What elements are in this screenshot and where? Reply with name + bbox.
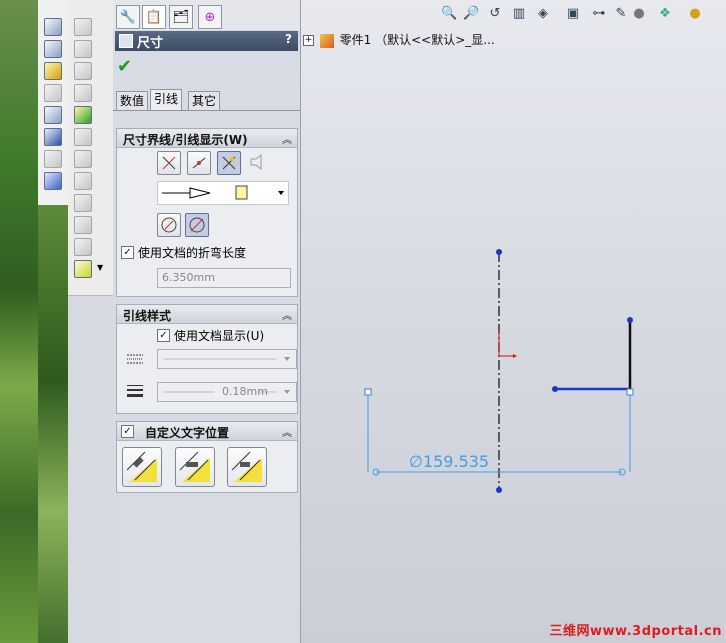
origin-arrow-icon bbox=[513, 354, 517, 358]
arrow-style-select[interactable] bbox=[157, 181, 289, 205]
text-position-broken-leader-button[interactable] bbox=[175, 447, 215, 487]
desktop-background-lower bbox=[38, 205, 68, 643]
sketch-canvas bbox=[364, 249, 634, 493]
line-weight-icon bbox=[127, 384, 143, 398]
custom-text-position-section: ✓ 自定义文字位置 ︽ bbox=[116, 421, 298, 493]
insert-block-icon[interactable] bbox=[74, 106, 92, 124]
arrows-outside-icon bbox=[162, 156, 176, 170]
arrows-outside-button[interactable] bbox=[157, 151, 181, 175]
section-header[interactable]: 尺寸界线/引线显示(W) ︽ bbox=[117, 129, 297, 148]
shape-icon[interactable] bbox=[74, 238, 92, 256]
sketch-point[interactable] bbox=[627, 317, 633, 323]
line-style-preview bbox=[164, 357, 290, 361]
text-position-solid-leader-button[interactable] bbox=[122, 447, 162, 487]
line-style-select[interactable] bbox=[157, 349, 297, 369]
note-icon[interactable] bbox=[44, 40, 62, 58]
broken-leader-text-icon bbox=[179, 451, 210, 482]
dropdown-arrow-icon[interactable]: ▼ bbox=[97, 263, 103, 272]
chamfer-icon[interactable] bbox=[74, 128, 92, 146]
magic-wand-icon[interactable] bbox=[74, 260, 92, 278]
diameter-leader-button[interactable] bbox=[185, 213, 209, 237]
baseline-icon[interactable] bbox=[74, 172, 92, 190]
tab-value[interactable]: 数值 bbox=[116, 91, 149, 111]
hole-callout-icon[interactable] bbox=[44, 150, 62, 168]
arrow-style-preview bbox=[162, 185, 284, 200]
graphics-area[interactable]: 🔍 🔎 ↺ ▥ ◈ ▣ ⊶ ✎ ● ❖ ● + 零件1 （默认<<默认>_显..… bbox=[301, 0, 726, 643]
collapse-chevron-icon[interactable]: ︽ bbox=[282, 307, 292, 322]
solid-leader-text-icon bbox=[126, 451, 157, 482]
use-doc-display-label: 使用文档显示(U) bbox=[174, 329, 265, 343]
radial-leader-button[interactable] bbox=[157, 213, 181, 237]
line-style-icon bbox=[127, 353, 143, 365]
balloon-icon[interactable] bbox=[44, 62, 62, 80]
sketch-point[interactable] bbox=[552, 386, 558, 392]
collapse-chevron-icon[interactable]: ︽ bbox=[282, 424, 292, 439]
pm-title: 尺寸 bbox=[137, 36, 164, 51]
feature-toolbar: ▼ bbox=[68, 0, 114, 296]
tab-leaders[interactable]: 引线 bbox=[150, 89, 183, 111]
circle-diameter-icon bbox=[189, 217, 205, 233]
desktop-background bbox=[0, 0, 38, 643]
speaker-style-icon[interactable] bbox=[247, 151, 269, 173]
line-weight-select[interactable]: 0.18mm bbox=[157, 382, 297, 402]
bend-length-input[interactable]: 6.350mm bbox=[157, 268, 291, 288]
text-position-horizontal-button[interactable] bbox=[227, 447, 267, 487]
arrows-inside-icon bbox=[192, 157, 206, 169]
arrows-inside-button[interactable] bbox=[187, 151, 211, 175]
custom-text-position-checkbox[interactable]: ✓ bbox=[121, 425, 134, 438]
property-manager-tab[interactable]: 📋 bbox=[142, 5, 166, 29]
section-header[interactable]: 引线样式 ︽ bbox=[117, 305, 297, 324]
ok-check-icon[interactable]: ✔ bbox=[117, 56, 132, 77]
surface-finish-icon[interactable] bbox=[44, 84, 62, 102]
link-icon[interactable] bbox=[44, 172, 62, 190]
section-title: 尺寸界线/引线显示(W) bbox=[123, 133, 248, 147]
collapse-chevron-icon[interactable]: ︽ bbox=[282, 131, 292, 146]
move-icon[interactable] bbox=[74, 84, 92, 102]
sketch-toolbar bbox=[38, 0, 69, 205]
manager-tabs: 🔧 📋 🗂 ⊕ bbox=[113, 0, 300, 30]
dimension-icon bbox=[119, 34, 133, 48]
tab-other[interactable]: 其它 bbox=[188, 91, 221, 111]
table-icon[interactable] bbox=[74, 194, 92, 212]
section-header[interactable]: ✓ 自定义文字位置 ︽ bbox=[117, 422, 297, 441]
section-title: 自定义文字位置 bbox=[145, 426, 230, 440]
camera-icon[interactable] bbox=[74, 216, 92, 234]
smart-arrows-button[interactable] bbox=[217, 151, 241, 175]
pm-header: 尺寸 ? bbox=[115, 31, 298, 51]
toolbar-gap bbox=[68, 296, 114, 643]
dimension-value-text[interactable]: ∅159.535 bbox=[409, 452, 489, 471]
tab-divider bbox=[113, 110, 300, 111]
property-manager: 🔧 📋 🗂 ⊕ 尺寸 ? ✔ 数值 引线 其它 尺寸界线/引线显示(W) ︽ ✓… bbox=[113, 0, 301, 643]
configuration-manager-tab[interactable]: 🗂 bbox=[169, 5, 193, 29]
section-title: 引线样式 bbox=[123, 309, 172, 323]
dimxpert-tab[interactable]: ⊕ bbox=[198, 5, 222, 29]
witness-leader-section: 尺寸界线/引线显示(W) ︽ ✓ 使用文档的折弯长度 6.350mm bbox=[116, 128, 298, 297]
use-doc-bend-label: 使用文档的折弯长度 bbox=[138, 246, 247, 260]
centerline-endpoint-bottom[interactable] bbox=[496, 487, 502, 493]
help-button[interactable]: ? bbox=[285, 32, 292, 46]
leader-style-section: 引线样式 ︽ ✓ 使用文档显示(U) 0.18mm bbox=[116, 304, 298, 414]
box-icon[interactable] bbox=[74, 62, 92, 80]
line-weight-value: 0.18mm bbox=[222, 385, 268, 398]
watermark: 三维网www.3dportal.cn bbox=[549, 624, 722, 639]
smart-dimension-icon[interactable] bbox=[44, 18, 62, 36]
handle-left[interactable] bbox=[364, 388, 372, 396]
weld-symbol-icon[interactable] bbox=[44, 106, 62, 124]
3d-sketch-icon[interactable] bbox=[74, 18, 92, 36]
horizontal-text-icon bbox=[231, 451, 262, 482]
datum-feature-icon[interactable] bbox=[44, 128, 62, 146]
smart-arrows-icon bbox=[222, 156, 236, 170]
use-doc-display-checkbox[interactable]: ✓ bbox=[157, 329, 170, 342]
angle-dimension-icon[interactable] bbox=[74, 40, 92, 58]
circle-arrow-icon bbox=[161, 217, 177, 233]
centerline-endpoint-top[interactable] bbox=[496, 249, 502, 255]
use-doc-bend-checkbox[interactable]: ✓ bbox=[121, 246, 134, 259]
handle-right[interactable] bbox=[626, 388, 634, 396]
feature-manager-tab[interactable]: 🔧 bbox=[116, 5, 140, 29]
fillet-icon[interactable] bbox=[74, 150, 92, 168]
